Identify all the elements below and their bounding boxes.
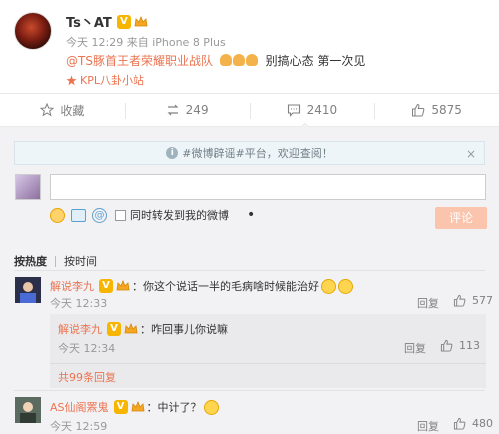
topic-icon[interactable]: @ [92,207,107,223]
commenter-name[interactable]: AS仙阁罴鬼 [50,399,109,415]
comment-text: ：中计了？ [146,401,202,414]
repost-checkbox[interactable] [115,209,126,221]
submit-comment-button[interactable]: 评论 [435,207,487,229]
thumbs-up-icon [453,294,466,307]
reply-button[interactable]: 回复 [417,295,439,311]
post-action-bar: 收藏 249 2410 5875 [0,93,499,127]
repost-checkbox-label: 同时转发到我的微博 [130,209,229,222]
emoji-icon[interactable] [50,207,65,223]
composer-tools: @ 同时转发到我的微博 • [50,207,255,223]
member-crown-icon [131,400,145,413]
sub-comment-time: 今天 12:34 [58,342,116,355]
repost-button[interactable]: 249 [124,94,250,126]
sub-comment-header: 解说李九 V ：咋回事儿你说嘛 [58,321,228,337]
post-source-link[interactable]: KPL八卦小站 [66,72,144,88]
notice-text: #微博辟谣#平台，欢迎查阅！ [182,147,333,160]
author-avatar[interactable] [14,12,52,50]
sort-tabs: 按热度 按时间 [14,253,97,269]
repost-count: 249 [185,103,209,117]
member-crown-icon [116,279,130,292]
comment-button[interactable]: 2410 [249,94,375,126]
commenter-avatar[interactable] [15,277,41,303]
source-label: KPL八卦小站 [80,74,144,87]
thumbs-up-icon [440,339,453,352]
comment-time: 今天 12:59 [50,420,108,433]
sub-comment-like-count: 113 [459,339,480,352]
comment-input[interactable] [50,174,486,200]
more-replies-link[interactable]: 共99条回复 [58,369,116,385]
smirk-emoji-icon [203,399,219,415]
tab-sort-hot[interactable]: 按热度 [14,253,47,269]
comment-icon [287,104,300,117]
pray-emoji-icon [219,54,259,68]
verified-badge-icon: V [113,400,128,414]
sub-reply-button[interactable]: 回复 [404,340,426,356]
tab-separator [55,255,56,267]
post-text: @TS豚首王者荣耀职业战队 别搞心态 第一次见 [66,52,365,69]
repost-icon [167,104,179,116]
comment-like-count: 577 [472,294,493,307]
post-meta: 今天 12:29 来自 iPhone 8 Plus [66,36,226,49]
verified-badge-icon: V [99,279,113,293]
comment-text: ：你这个说话一半的毛病啥时候能治好 [132,280,319,293]
like-count: 5875 [431,103,462,117]
favorite-button[interactable]: 收藏 [0,94,125,126]
comment-like-button[interactable]: 577 [453,294,493,307]
rumor-notice-banner[interactable]: i #微博辟谣#平台，欢迎查阅！ × [14,141,485,165]
info-icon: i [166,147,179,159]
sub-comment-like-button[interactable]: 113 [440,339,480,352]
author-name-row: Ts丶AT V [66,12,148,31]
laugh-emoji-icon [321,278,336,294]
dot-separator: • [247,207,256,223]
comment-header: 解说李九 V ：你这个说话一半的毛病啥时候能治好 [50,278,353,294]
close-icon[interactable]: × [466,147,476,161]
thumbs-up-icon [412,103,425,117]
comment-time: 今天 12:33 [50,297,108,310]
divider [50,363,486,364]
divider [14,390,485,391]
comment-count: 2410 [306,103,338,117]
my-avatar [15,174,41,200]
pin-icon [66,75,77,85]
comment-header: AS仙阁罴鬼 V ：中计了？ [50,399,219,415]
thumbs-up-icon [453,417,466,430]
commenter-name[interactable]: 解说李九 [50,278,94,294]
commenter-avatar[interactable] [15,397,41,423]
member-crown-icon [134,15,148,28]
verified-badge-icon: V [107,322,121,336]
sweat-emoji-icon [338,278,353,294]
post-body: 别搞心态 第一次见 [265,54,366,68]
comment-like-count: 480 [472,417,493,430]
star-icon [40,103,55,117]
tab-sort-time[interactable]: 按时间 [64,253,97,269]
favorite-label: 收藏 [60,103,85,118]
image-upload-icon[interactable] [71,208,86,222]
sub-comment-text: ：咋回事儿你说嘛 [140,323,228,336]
verified-badge-icon: V [116,14,131,29]
member-crown-icon [124,322,138,335]
divider [14,270,485,271]
comments-panel: i #微博辟谣#平台，欢迎查阅！ × @ 同时转发到我的微博 • 评论 按热度 … [0,127,499,434]
author-name[interactable]: Ts丶AT [66,12,112,31]
sub-commenter-name[interactable]: 解说李九 [58,321,102,337]
reply-button[interactable]: 回复 [417,418,439,434]
mention-link[interactable]: @TS豚首王者荣耀职业战队 [66,54,213,68]
comment-like-button[interactable]: 480 [453,417,493,430]
like-button[interactable]: 5875 [374,94,499,126]
